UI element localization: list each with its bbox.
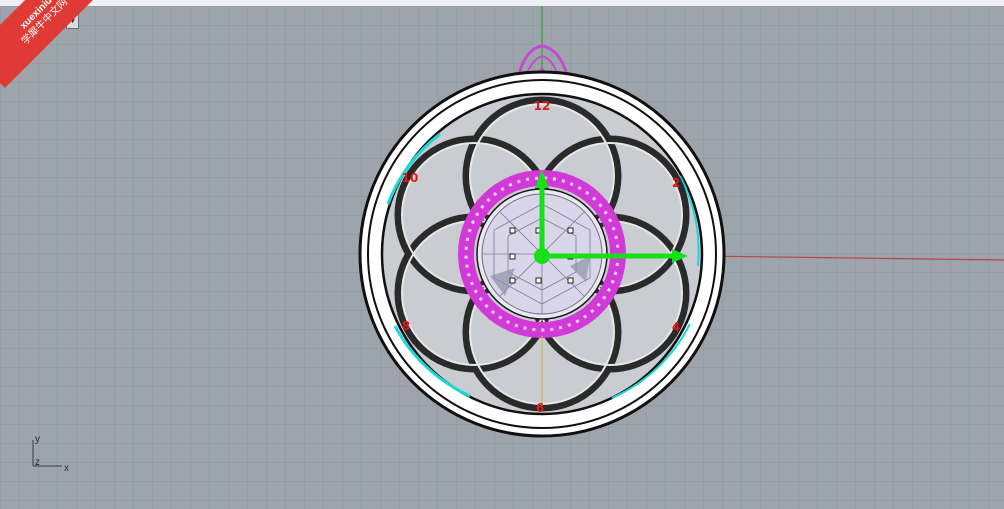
- numeral-12: 12: [534, 99, 551, 113]
- numeral-10: 10: [402, 171, 419, 185]
- numeral-2: 2: [672, 176, 680, 190]
- numeral-6: 6: [536, 401, 544, 415]
- axis-z-label: z: [35, 457, 40, 468]
- axis-x-label: x: [64, 463, 69, 474]
- axis-y-label: y: [35, 434, 40, 445]
- perspective-viewport[interactable]: 12 2 4 6 8 10 ive ▼ y z x: [0, 6, 1004, 509]
- numeral-4: 4: [672, 320, 680, 334]
- numeral-8: 8: [402, 319, 410, 333]
- viewport-canvas[interactable]: 12 2 4 6 8 10: [0, 6, 1004, 509]
